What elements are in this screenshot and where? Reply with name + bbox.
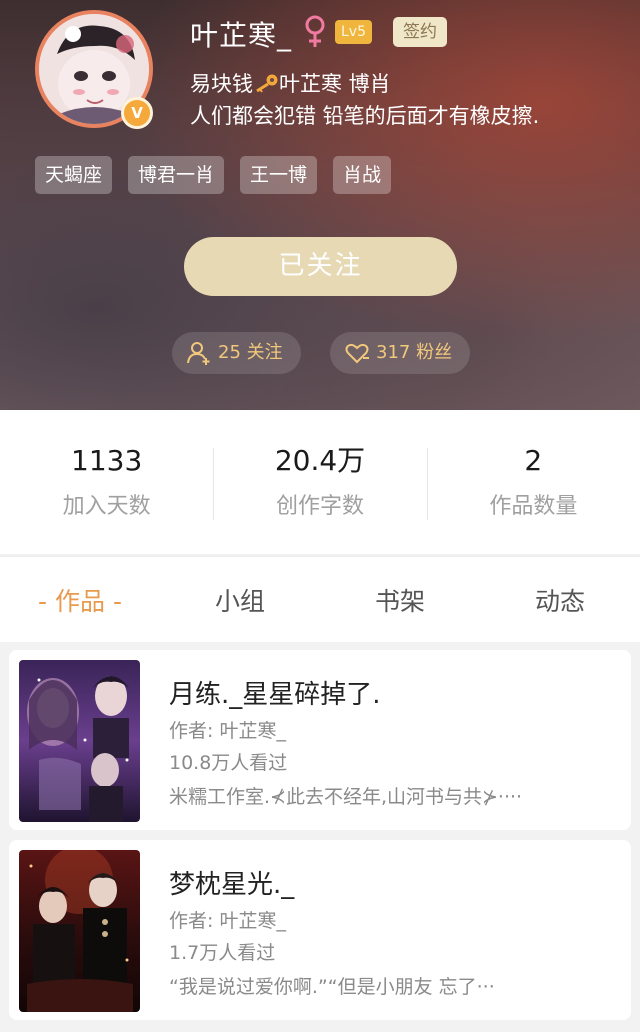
- bio-line-1: 易块钱 叶芷寒 博肖: [190, 68, 391, 98]
- username: 叶芷寒_: [190, 19, 293, 52]
- book-views: 1.7万人看过: [169, 942, 276, 964]
- bio-line-1-part-b: 叶芷寒 博肖: [279, 72, 391, 96]
- tab-bar: - 作品 - 小组 书架 动态: [0, 556, 640, 642]
- fans-count-button[interactable]: 317 粉丝: [330, 332, 470, 374]
- bio-line-2: 人们都会犯错 铅笔的后面才有橡皮擦.: [190, 104, 540, 128]
- tab-activity[interactable]: 动态: [480, 582, 640, 618]
- stats-bar: 1133 加入天数 20.4万 创作字数 2 作品数量: [0, 410, 640, 554]
- stat-value: 20.4万: [274, 444, 366, 477]
- key-icon: [256, 74, 278, 93]
- stat-label: 作品数量: [489, 494, 578, 519]
- profile-header: V 叶芷寒_ Lv5 签约 易块钱 叶芷寒 博肖 人们都会犯错 铅笔的后面才有橡…: [0, 0, 640, 410]
- level-badge: Lv5: [335, 20, 372, 44]
- tab-bookshelf[interactable]: 书架: [320, 582, 480, 618]
- tab-works[interactable]: - 作品 -: [0, 582, 160, 618]
- book-cover-image: [19, 850, 140, 1012]
- heart-icon: [345, 343, 369, 364]
- tag-chip[interactable]: 博君一肖: [128, 156, 225, 194]
- tag-chip[interactable]: 肖战: [333, 156, 392, 194]
- tab-groups[interactable]: 小组: [160, 582, 320, 618]
- book-card[interactable]: 月练._星星碎掉了. 作者: 叶芷寒_ 10.8万人看过 米糯工作室.⊀此去不经…: [9, 650, 631, 830]
- bio-line-1-part-a: 易块钱: [190, 72, 253, 96]
- book-card[interactable]: 梦枕星光._ 作者: 叶芷寒_ 1.7万人看过 “我是说过爱你啊.”“但是小朋友…: [9, 840, 631, 1020]
- stat-value: 1133: [71, 444, 143, 477]
- stat-works-count: 2 作品数量: [426, 444, 640, 520]
- book-author: 作者: 叶芷寒_: [169, 720, 286, 742]
- following-count: 25 关注: [218, 342, 283, 363]
- book-views: 10.8万人看过: [169, 752, 288, 774]
- book-title[interactable]: 月练._星星碎掉了.: [169, 674, 381, 711]
- book-description: 米糯工作室.⊀此去不经年,山河书与共⊁····: [169, 786, 523, 808]
- female-icon: [305, 15, 325, 47]
- tag-chip[interactable]: 天蝎座: [35, 156, 113, 194]
- fans-count: 317 粉丝: [376, 342, 453, 363]
- book-cover[interactable]: [19, 660, 140, 822]
- tag-list: 天蝎座 博君一肖 王一博 肖战: [35, 156, 392, 194]
- book-cover-image: [19, 660, 140, 822]
- stat-label: 加入天数: [62, 494, 151, 519]
- book-description: “我是说过爱你啊.”“但是小朋友 忘了···: [169, 976, 495, 998]
- stat-value: 2: [524, 444, 543, 477]
- stat-word-count: 20.4万 创作字数: [213, 444, 426, 520]
- stat-join-days: 1133 加入天数: [0, 444, 213, 520]
- stat-label: 创作字数: [275, 494, 364, 519]
- signed-badge: 签约: [393, 17, 447, 47]
- book-title[interactable]: 梦枕星光._: [169, 864, 294, 901]
- follow-button[interactable]: 已关注: [184, 237, 457, 296]
- tag-chip[interactable]: 王一博: [240, 156, 318, 194]
- person-add-icon: [187, 342, 210, 365]
- following-count-button[interactable]: 25 关注: [172, 332, 301, 374]
- verified-icon: V: [121, 97, 153, 129]
- book-cover[interactable]: [19, 850, 140, 1012]
- book-author: 作者: 叶芷寒_: [169, 910, 286, 932]
